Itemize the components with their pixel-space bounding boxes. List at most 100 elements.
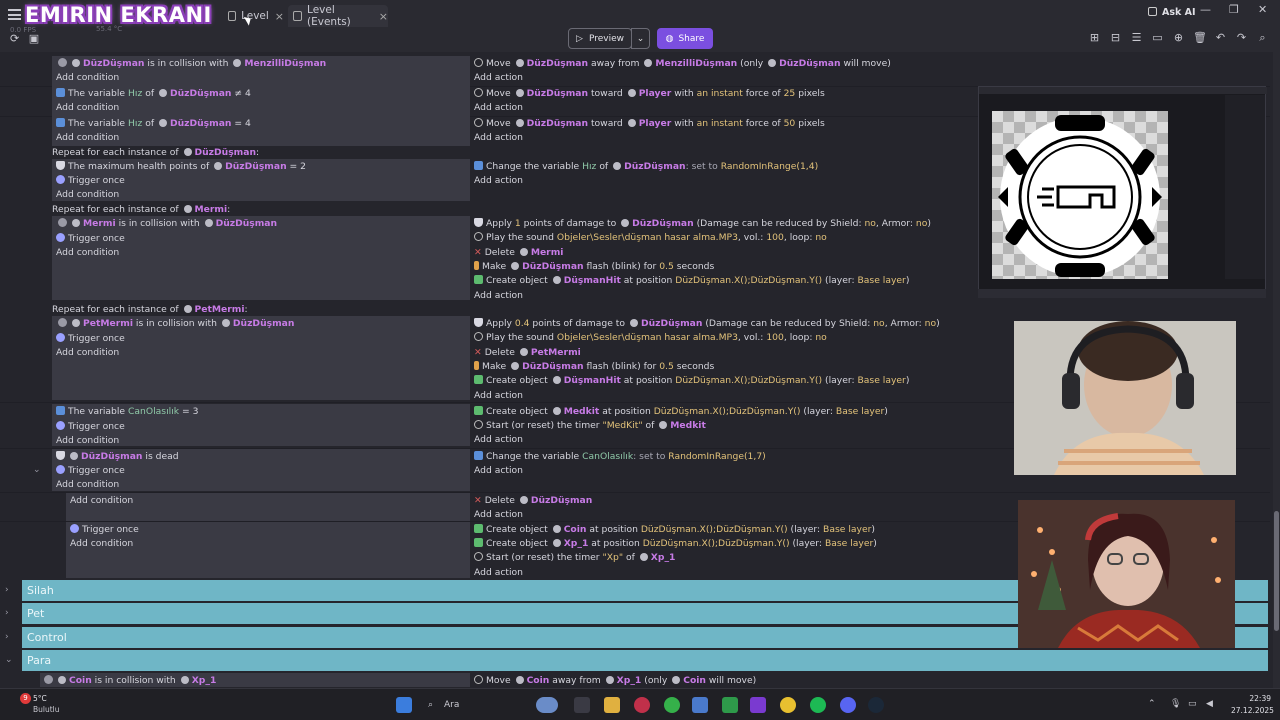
- widgets-icon[interactable]: [536, 697, 558, 713]
- action[interactable]: Change the variable CanOlasılık: set to …: [474, 451, 766, 462]
- add-other-icon[interactable]: ☰: [1130, 31, 1143, 44]
- condition[interactable]: Trigger once: [56, 465, 125, 476]
- action[interactable]: Create object Coin at position DüzDüşman…: [474, 524, 875, 535]
- add-action-link[interactable]: Add action: [474, 390, 523, 401]
- event-conditions[interactable]: Trigger once Add condition: [66, 522, 470, 578]
- search-icon[interactable]: ⌕: [1256, 31, 1269, 44]
- steam-icon[interactable]: [868, 697, 884, 713]
- add-comment-icon[interactable]: ▭: [1151, 31, 1164, 44]
- group-para[interactable]: Para: [22, 650, 1268, 671]
- event-conditions[interactable]: Mermi is in collision with DüzDüşman Tri…: [52, 216, 470, 300]
- condition[interactable]: The variable CanOlasılık = 3: [56, 406, 198, 417]
- expand-icon[interactable]: ›: [5, 632, 9, 642]
- action[interactable]: Create object DüşmanHit at position DüzD…: [474, 275, 909, 286]
- action[interactable]: Make DüzDüşman flash (blink) for 0.5 sec…: [474, 261, 714, 272]
- add-action-link[interactable]: Add action: [474, 175, 523, 186]
- spotify-icon[interactable]: [810, 697, 826, 713]
- delete-icon[interactable]: 🗑: [1193, 31, 1207, 44]
- condition[interactable]: Trigger once: [56, 233, 125, 244]
- condition[interactable]: Trigger once: [56, 175, 125, 186]
- add-event-icon[interactable]: ⊞: [1088, 31, 1101, 44]
- add-more-icon[interactable]: ⊕: [1172, 31, 1185, 44]
- add-condition-link[interactable]: Add condition: [70, 538, 133, 549]
- clock-date[interactable]: 27.12.2025: [1231, 706, 1274, 715]
- close-icon[interactable]: ×: [275, 10, 284, 23]
- close-icon[interactable]: ×: [379, 10, 388, 23]
- minimize-icon[interactable]: —: [1200, 3, 1211, 16]
- undo-icon[interactable]: ↶: [1214, 31, 1227, 44]
- add-action-link[interactable]: Add action: [474, 434, 523, 445]
- refresh-icon[interactable]: ⟳: [10, 32, 19, 45]
- app-icon[interactable]: [722, 697, 738, 713]
- event-actions[interactable]: Move Coin away from Xp_1 (only Coin will…: [470, 673, 1270, 687]
- condition[interactable]: Trigger once: [56, 333, 125, 344]
- condition[interactable]: DüzDüşman is in collision with MenzilliD…: [58, 58, 326, 69]
- whatsapp-icon[interactable]: [664, 697, 680, 713]
- condition[interactable]: Trigger once: [70, 524, 139, 535]
- opera-icon[interactable]: [634, 697, 650, 713]
- menu-icon[interactable]: [8, 9, 21, 20]
- add-action-link[interactable]: Add action: [474, 509, 523, 520]
- add-condition-link[interactable]: Add condition: [56, 347, 119, 358]
- repeat-header[interactable]: Repeat for each instance of PetMermi:: [52, 304, 248, 315]
- chrome-icon[interactable]: [780, 697, 796, 713]
- action[interactable]: Create object Xp_1 at position DüzDüşman…: [474, 538, 877, 549]
- action[interactable]: Move DüzDüşman away from MenzilliDüşman …: [474, 58, 891, 69]
- action[interactable]: Apply 1 points of damage to DüzDüşman (D…: [474, 218, 931, 229]
- event-conditions[interactable]: The maximum health points of DüzDüşman =…: [52, 159, 470, 201]
- action[interactable]: ✕ Delete Mermi: [474, 247, 563, 258]
- action[interactable]: Play the sound Objeler\Sesler\düşman has…: [474, 232, 827, 243]
- ask-ai-button[interactable]: Ask AI: [1148, 7, 1196, 18]
- mic-icon[interactable]: 🎙: [1170, 699, 1181, 709]
- add-action-link[interactable]: Add action: [474, 102, 523, 113]
- add-action-link[interactable]: Add action: [474, 290, 523, 301]
- add-subevent-icon[interactable]: ⊟: [1109, 31, 1122, 44]
- tab-level[interactable]: Level ×: [228, 5, 284, 27]
- maximize-icon[interactable]: ❐: [1229, 3, 1239, 16]
- add-condition-link[interactable]: Add condition: [56, 247, 119, 258]
- action[interactable]: Start (or reset) the timer "Xp" of Xp_1: [474, 552, 675, 563]
- gdevelop-icon[interactable]: [750, 697, 766, 713]
- condition[interactable]: The maximum health points of DüzDüşman =…: [56, 161, 306, 172]
- event-conditions[interactable]: Coin is in collision with Xp_1: [40, 673, 470, 687]
- action[interactable]: Apply 0.4 points of damage to DüzDüşman …: [474, 318, 940, 329]
- add-condition-link[interactable]: Add condition: [56, 72, 119, 83]
- action[interactable]: Start (or reset) the timer "MedKit" of M…: [474, 420, 706, 431]
- condition[interactable]: The variable Hız of DüzDüşman = 4: [56, 118, 251, 129]
- expand-icon[interactable]: ›: [5, 585, 9, 595]
- discord-icon[interactable]: [840, 697, 856, 713]
- condition[interactable]: Coin is in collision with Xp_1: [44, 675, 216, 686]
- event-conditions[interactable]: DüzDüşman is in collision with MenzilliD…: [52, 56, 470, 86]
- repeat-header[interactable]: Repeat for each instance of Mermi:: [52, 204, 230, 215]
- action[interactable]: Move DüzDüşman toward Player with an ins…: [474, 88, 825, 99]
- tray-expand-icon[interactable]: ⌃: [1148, 699, 1156, 709]
- condition[interactable]: Trigger once: [56, 421, 125, 432]
- collapse-icon[interactable]: ⌄: [5, 655, 13, 665]
- add-condition-link[interactable]: Add condition: [56, 189, 119, 200]
- tab-level-events[interactable]: Level (Events) ×: [288, 4, 388, 28]
- action[interactable]: Create object Medkit at position DüzDüşm…: [474, 406, 888, 417]
- clock-time[interactable]: 22:39: [1231, 694, 1271, 703]
- network-icon[interactable]: ▭: [1188, 699, 1197, 709]
- condition[interactable]: DüzDüşman is dead: [56, 451, 179, 462]
- action[interactable]: ✕ Delete DüzDüşman: [474, 495, 592, 506]
- file-explorer-icon[interactable]: [604, 697, 620, 713]
- condition[interactable]: Mermi is in collision with DüzDüşman: [58, 218, 277, 229]
- add-condition-link[interactable]: Add condition: [56, 102, 119, 113]
- save-icon[interactable]: ▣: [29, 32, 39, 45]
- add-action-link[interactable]: Add action: [474, 465, 523, 476]
- action[interactable]: Create object DüşmanHit at position DüzD…: [474, 375, 909, 386]
- event-conditions[interactable]: The variable Hız of DüzDüşman = 4 Add co…: [52, 116, 470, 146]
- event-conditions[interactable]: DüzDüşman is dead Trigger once Add condi…: [52, 449, 470, 491]
- weather-temp[interactable]: 5°C: [33, 694, 47, 703]
- volume-icon[interactable]: ◀: [1206, 699, 1213, 709]
- event-conditions[interactable]: Add condition: [66, 493, 470, 521]
- event-actions[interactable]: Move DüzDüşman away from MenzilliDüşman …: [470, 56, 1270, 86]
- share-button[interactable]: ◍ Share: [657, 28, 713, 49]
- expand-icon[interactable]: ›: [5, 608, 9, 618]
- action[interactable]: ✕ Delete PetMermi: [474, 347, 581, 358]
- add-condition-link[interactable]: Add condition: [56, 435, 119, 446]
- add-condition-link[interactable]: Add condition: [56, 479, 119, 490]
- action[interactable]: Move DüzDüşman toward Player with an ins…: [474, 118, 825, 129]
- action[interactable]: Make DüzDüşman flash (blink) for 0.5 sec…: [474, 361, 714, 372]
